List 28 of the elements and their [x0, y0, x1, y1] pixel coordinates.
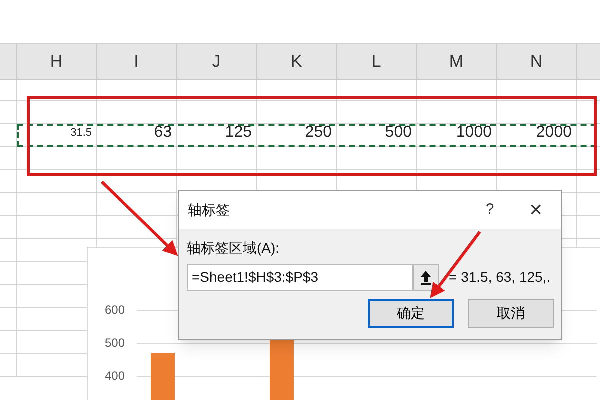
column-header[interactable]: L: [337, 44, 417, 79]
column-header[interactable]: M: [417, 44, 497, 79]
collapse-dialog-button[interactable]: [413, 264, 439, 291]
axis-label: 600: [104, 302, 125, 319]
column-header[interactable]: I: [97, 44, 177, 79]
range-preview: = 31.5, 63, 125,.: [449, 268, 551, 287]
table-cell-text: 2000: [536, 123, 572, 143]
table-cell-text: 125: [225, 123, 252, 143]
dialog-title: 轴标签: [188, 200, 231, 220]
table-cell-text: 500: [385, 123, 412, 143]
chart-bar: [151, 353, 175, 400]
dialog-button[interactable]: 取消: [468, 299, 554, 328]
column-header[interactable]: J: [177, 44, 257, 79]
close-button[interactable]: ×: [519, 199, 553, 221]
column-header[interactable]: H: [17, 44, 97, 79]
upload-arrow-icon: [421, 270, 431, 284]
help-button[interactable]: ?: [473, 198, 507, 222]
axis-label: 500: [104, 335, 125, 352]
column-header[interactable]: N: [497, 44, 577, 79]
table-cell-text: 1000: [456, 123, 492, 143]
range-input-field[interactable]: =Sheet1!$H$3:$P$3: [187, 264, 413, 291]
field-label: 轴标签区域(A):: [187, 239, 281, 258]
axis-label: 400: [104, 368, 125, 385]
table-cell-text: 31.5: [70, 126, 92, 140]
table-cell-text: 63: [154, 123, 172, 143]
table-cell-text: 250: [305, 123, 332, 143]
column-header[interactable]: K: [257, 44, 337, 79]
dialog-button[interactable]: 确定: [368, 299, 454, 328]
